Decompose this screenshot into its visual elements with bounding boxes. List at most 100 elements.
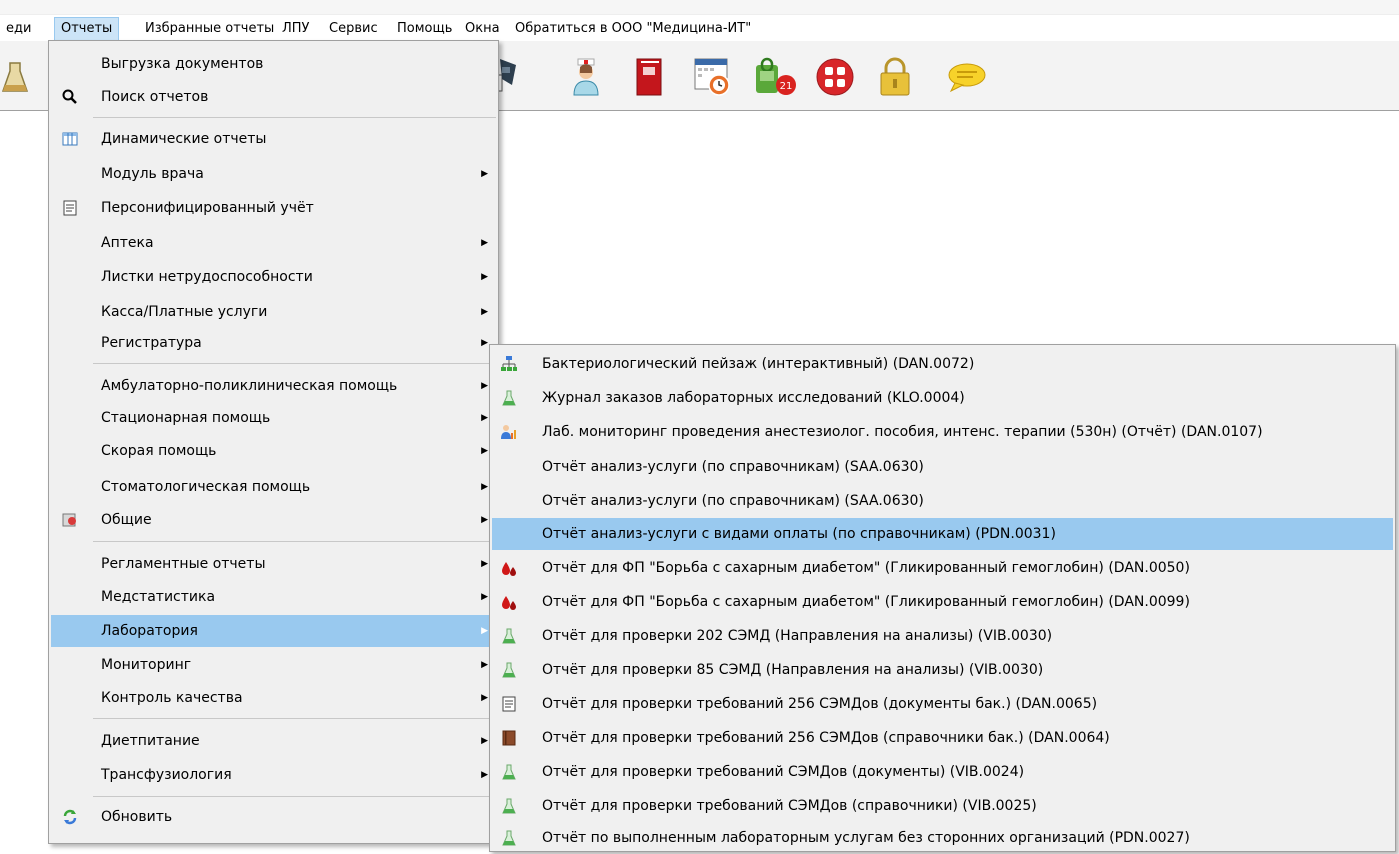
menu-separator [93,363,496,364]
submenu-arrow-icon: ▶ [481,381,488,391]
menu-item-laboratory[interactable]: Лаборатория ▶ [51,615,496,647]
menu-item-label: Контроль качества [101,690,243,706]
apps-grid-icon[interactable] [815,57,855,97]
menu-item-personalized-accounting[interactable]: Персонифицированный учёт [51,192,496,224]
submenu-item-analysis-services-2[interactable]: Отчёт анализ-услуги (по справочникам) (S… [492,485,1393,517]
menubar-item-service[interactable]: Сервис [323,18,384,40]
menu-item-diet-nutrition[interactable]: Диетпитание ▶ [51,725,496,757]
menu-item-sick-leave[interactable]: Листки нетрудоспособности ▶ [51,261,496,293]
menubar-item-reports[interactable]: Отчеты [54,17,120,41]
submenu-arrow-icon: ▶ [481,413,488,423]
menu-item-medstatistics[interactable]: Медстатистика ▶ [51,581,496,613]
reports-menu: Выгрузка документов Поиск отчетов Динами… [48,40,499,844]
menubar-item-lpu[interactable]: ЛПУ [276,18,315,40]
menu-item-dental-care[interactable]: Стоматологическая помощь ▶ [51,471,496,503]
menu-item-label: Обновить [101,809,173,825]
submenu-item-label: Отчёт для проверки требований СЭМДов (до… [542,764,1025,780]
menu-item-label: Скорая помощь [101,443,217,459]
menu-item-pharmacy[interactable]: Аптека ▶ [51,227,496,259]
submenu-item-analysis-services-1[interactable]: Отчёт анализ-услуги (по справочникам) (S… [492,451,1393,483]
submenu-arrow-icon: ▶ [481,592,488,602]
submenu-arrow-icon: ▶ [481,446,488,456]
menu-item-inpatient-care[interactable]: Стационарная помощь ▶ [51,402,496,434]
submenu-item-label: Отчёт для проверки 202 СЭМД (Направления… [542,628,1053,644]
submenu-item-label: Отчёт для проверки требований 256 СЭМДов… [542,696,1098,712]
table-icon [62,132,78,146]
menu-item-search-reports[interactable]: Поиск отчетов [51,81,496,113]
menu-item-monitoring[interactable]: Мониторинг ▶ [51,649,496,681]
menubar-item-help[interactable]: Помощь [391,18,458,40]
submenu-item-lab-orders-journal[interactable]: Журнал заказов лабораторных исследований… [492,382,1393,414]
hierarchy-icon [501,356,517,371]
menu-item-label: Выгрузка документов [101,56,264,72]
submenu-item-bacteriological-landscape[interactable]: Бактериологический пейзаж (интерактивный… [492,348,1393,380]
refresh-icon [63,809,77,825]
submenu-item-check-256-references[interactable]: Отчёт для проверки требований 256 СЭМДов… [492,722,1393,754]
menubar-item-edit[interactable]: еди [0,18,37,40]
lock-calendar-21-icon[interactable]: 21 [752,57,800,97]
menu-item-transfusiology[interactable]: Трансфузиология ▶ [51,759,496,791]
submenu-arrow-icon: ▶ [481,559,488,569]
submenu-item-label: Отчёт анализ-услуги (по справочникам) (S… [542,459,924,475]
submenu-item-check-semd-references[interactable]: Отчёт для проверки требований СЭМДов (сп… [492,790,1393,822]
menu-item-export-documents[interactable]: Выгрузка документов [51,48,496,80]
submenu-arrow-icon: ▶ [481,693,488,703]
chat-bubble-icon[interactable] [945,57,989,97]
submenu-item-check-semd-documents[interactable]: Отчёт для проверки требований СЭМДов (до… [492,756,1393,788]
menu-item-emergency-care[interactable]: Скорая помощь ▶ [51,435,496,467]
menubar-item-contact[interactable]: Обратиться в ООО "Медицина-ИТ" [509,18,757,40]
menu-item-doctor-module[interactable]: Модуль врача ▶ [51,158,496,190]
submenu-arrow-icon: ▶ [481,660,488,670]
submenu-arrow-icon: ▶ [481,169,488,179]
flask-icon[interactable] [0,57,30,97]
flask-icon [502,662,516,678]
submenu-arrow-icon: ▶ [481,515,488,525]
menu-item-general[interactable]: Общие ▶ [51,504,496,536]
submenu-item-check-202-semd[interactable]: Отчёт для проверки 202 СЭМД (Направления… [492,620,1393,652]
calendar-clock-icon[interactable] [689,57,737,97]
menubar-item-favorite-reports[interactable]: Избранные отчеты [139,18,280,40]
doctor-chart-icon [501,425,516,439]
submenu-arrow-icon: ▶ [481,272,488,282]
search-icon [62,89,77,104]
menu-item-label: Общие [101,512,152,528]
submenu-item-anesthesia-monitoring[interactable]: Лаб. мониторинг проведения анестезиолог.… [492,416,1393,448]
submenu-item-label: Лаб. мониторинг проведения анестезиолог.… [542,424,1263,440]
submenu-arrow-icon: ▶ [481,238,488,248]
menu-separator [93,541,496,542]
menu-item-cashier-paid-services[interactable]: Касса/Платные услуги ▶ [51,296,496,328]
submenu-item-completed-lab-services[interactable]: Отчёт по выполненным лабораторным услуга… [492,822,1393,854]
red-book-icon[interactable] [629,57,669,97]
menu-item-label: Персонифицированный учёт [101,200,314,216]
submenu-item-label: Отчёт анализ-услуги (по справочникам) (S… [542,493,924,509]
menu-item-regulatory-reports[interactable]: Регламентные отчеты ▶ [51,548,496,580]
padlock-icon[interactable] [877,57,913,97]
submenu-item-label: Отчёт для ФП "Борьба с сахарным диабетом… [542,560,1190,576]
submenu-item-check-85-semd[interactable]: Отчёт для проверки 85 СЭМД (Направления … [492,654,1393,686]
menu-item-label: Поиск отчетов [101,89,209,105]
submenu-item-diabetes-dan0050[interactable]: Отчёт для ФП "Борьба с сахарным диабетом… [492,552,1393,584]
menubar-item-windows[interactable]: Окна [459,18,506,40]
submenu-item-check-256-documents[interactable]: Отчёт для проверки требований 256 СЭМДов… [492,688,1393,720]
menu-item-outpatient-care[interactable]: Амбулаторно-поликлиническая помощь ▶ [51,370,496,402]
window-top-strip [0,0,1399,15]
menu-item-registry[interactable]: Регистратура ▶ [51,327,496,359]
nurse-icon[interactable] [566,57,606,97]
submenu-item-analysis-services-payment[interactable]: Отчёт анализ-услуги с видами оплаты (по … [492,518,1393,550]
menu-item-quality-control[interactable]: Контроль качества ▶ [51,682,496,714]
flask-icon [502,628,516,644]
menu-item-label: Аптека [101,235,154,251]
submenu-arrow-icon: ▶ [481,626,488,636]
menu-item-dynamic-reports[interactable]: Динамические отчеты [51,123,496,155]
flask-icon [502,830,516,846]
menu-item-label: Лаборатория [101,623,198,639]
submenu-item-diabetes-dan0099[interactable]: Отчёт для ФП "Борьба с сахарным диабетом… [492,586,1393,618]
menu-separator [93,117,496,118]
submenu-item-label: Отчёт для проверки 85 СЭМД (Направления … [542,662,1044,678]
laboratory-submenu: Бактериологический пейзаж (интерактивный… [489,344,1396,852]
menu-item-label: Динамические отчеты [101,131,267,147]
menu-item-refresh[interactable]: Обновить [51,801,496,833]
submenu-arrow-icon: ▶ [481,307,488,317]
menu-separator [93,796,496,797]
flask-icon [502,764,516,780]
